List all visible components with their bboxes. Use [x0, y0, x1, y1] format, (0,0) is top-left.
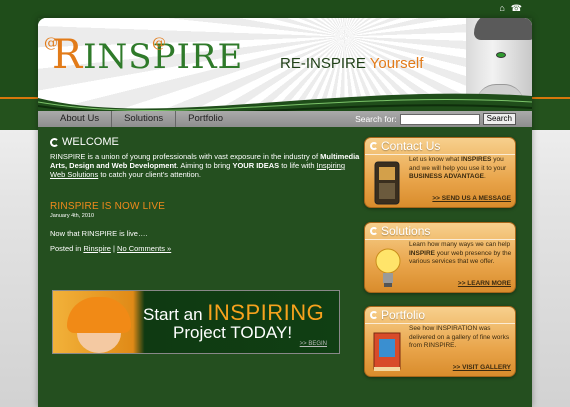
contact-title: Contact Us	[370, 139, 440, 153]
visit-gallery-link[interactable]: >> VISIT GALLERY	[453, 364, 511, 371]
portfolio-text: See how INSPIRATION was delivered on a g…	[409, 325, 513, 351]
banner-inspiring: INSPIRING	[207, 300, 325, 325]
nav-item-solutions[interactable]: Solutions	[112, 111, 177, 127]
solutions-title-text: Solutions	[381, 224, 431, 238]
send-message-link[interactable]: >> SEND US A MESSAGE	[432, 195, 511, 202]
logo-g-icon	[370, 311, 378, 319]
welcome-text-3: to life with	[281, 161, 315, 170]
tagline: RE-INSPIRE Yourself	[280, 55, 423, 72]
logo-g-icon	[50, 138, 59, 147]
box-divider	[365, 323, 515, 324]
banner-start: Start an	[143, 305, 203, 324]
portfolio-title: Portfolio	[370, 308, 425, 322]
portfolio-text-1: See how INSPIRATION was delivered on a g…	[409, 325, 510, 349]
photo-eye	[496, 52, 506, 58]
photo-hair	[474, 18, 532, 40]
portfolio-box: Portfolio See how INSPIRATION was delive…	[364, 306, 516, 377]
page-container: RINSPIRE @ @ RE-INSPIRE Yourself About U…	[38, 18, 532, 407]
solutions-text: Learn how many ways we can help INSPIRE …	[409, 241, 513, 267]
nav-items: About Us Solutions Portfolio	[38, 111, 235, 127]
logo-g-icon	[370, 142, 378, 150]
welcome-text-1: RINSPIRE is a union of young professiona…	[50, 152, 319, 161]
banner-project: Project TODAY!	[173, 323, 293, 342]
contact-title-text: Contact Us	[381, 139, 441, 153]
post-date: January 4th, 2010	[50, 213, 95, 219]
nav-item-portfolio[interactable]: Portfolio	[176, 111, 235, 127]
learn-more-link[interactable]: >> LEARN MORE	[458, 280, 511, 287]
contact-text-1: Let us know what	[409, 156, 460, 163]
lightbulb-icon	[375, 248, 401, 287]
welcome-heading: WELCOME	[50, 136, 350, 149]
category-link[interactable]: Rinspire	[83, 244, 111, 253]
solutions-box: Solutions Learn how many ways we can hel…	[364, 222, 516, 293]
solutions-text-1: Learn how many ways we can help	[409, 241, 511, 248]
logo[interactable]: RINSPIRE @ @	[44, 35, 243, 76]
nav-item-about-us[interactable]: About Us	[38, 111, 113, 127]
welcome-text-2: . Aiming to bring	[176, 161, 231, 170]
home-icon[interactable]: ⌂	[499, 4, 504, 13]
begin-link[interactable]: >> BEGIN	[300, 341, 327, 347]
logo-g-icon	[370, 227, 378, 235]
contact-box: Contact Us Let us know what INSPIRES you…	[364, 137, 516, 208]
meta-separator: |	[112, 244, 115, 253]
header-wave	[38, 93, 532, 111]
welcome-text-4: to catch your client's attention.	[100, 170, 201, 179]
tagline-accent: Yourself	[369, 55, 424, 72]
welcome-bold-2: YOUR IDEAS	[232, 161, 280, 170]
header: RINSPIRE @ @ RE-INSPIRE Yourself	[38, 18, 532, 111]
welcome-text: RINSPIRE is a union of young professiona…	[50, 152, 360, 179]
book-icon	[373, 332, 401, 371]
welcome-title: WELCOME	[62, 136, 119, 148]
phone-icon	[374, 161, 400, 205]
contact-text: Let us know what INSPIRES you and we wil…	[409, 156, 513, 182]
solutions-bold-1: INSPIRE	[409, 249, 436, 257]
search-button[interactable]: Search	[482, 113, 516, 125]
phone-icon[interactable]: ☎	[511, 4, 522, 13]
contact-text-3: .	[484, 173, 486, 180]
comments-link[interactable]: No Comments »	[117, 244, 171, 253]
box-divider	[365, 154, 515, 155]
post-body: Now that RINSPIRE is live….	[50, 229, 148, 238]
solutions-title: Solutions	[370, 224, 430, 238]
banner-hat	[67, 297, 131, 333]
box-divider	[365, 239, 515, 240]
swirl-icon: @	[152, 35, 167, 51]
top-icons: ⌂ ☎	[499, 4, 522, 13]
tagline-main: RE-INSPIRE	[280, 55, 366, 72]
search-form: Search for: Search	[355, 113, 516, 125]
nav-bar: About Us Solutions Portfolio Search for:…	[38, 111, 532, 127]
search-input[interactable]	[399, 113, 480, 125]
post-title[interactable]: RINSPIRE IS NOW LIVE	[50, 201, 350, 212]
contact-bold-2: BUSINESS ADVANTAGE	[409, 173, 484, 180]
banner-photo	[57, 295, 137, 353]
main-content: WELCOME RINSPIRE is a union of young pro…	[50, 136, 359, 253]
post-meta: Posted in Rinspire | No Comments »	[50, 244, 350, 253]
portfolio-title-text: Portfolio	[381, 308, 426, 322]
contact-bold-1: INSPIRES	[461, 156, 492, 163]
posted-in-label: Posted in	[50, 244, 82, 253]
swirl-icon: @	[44, 35, 59, 51]
cta-banner[interactable]: Start an INSPIRING Project TODAY! >> BEG…	[52, 290, 340, 354]
search-label: Search for:	[355, 114, 397, 124]
